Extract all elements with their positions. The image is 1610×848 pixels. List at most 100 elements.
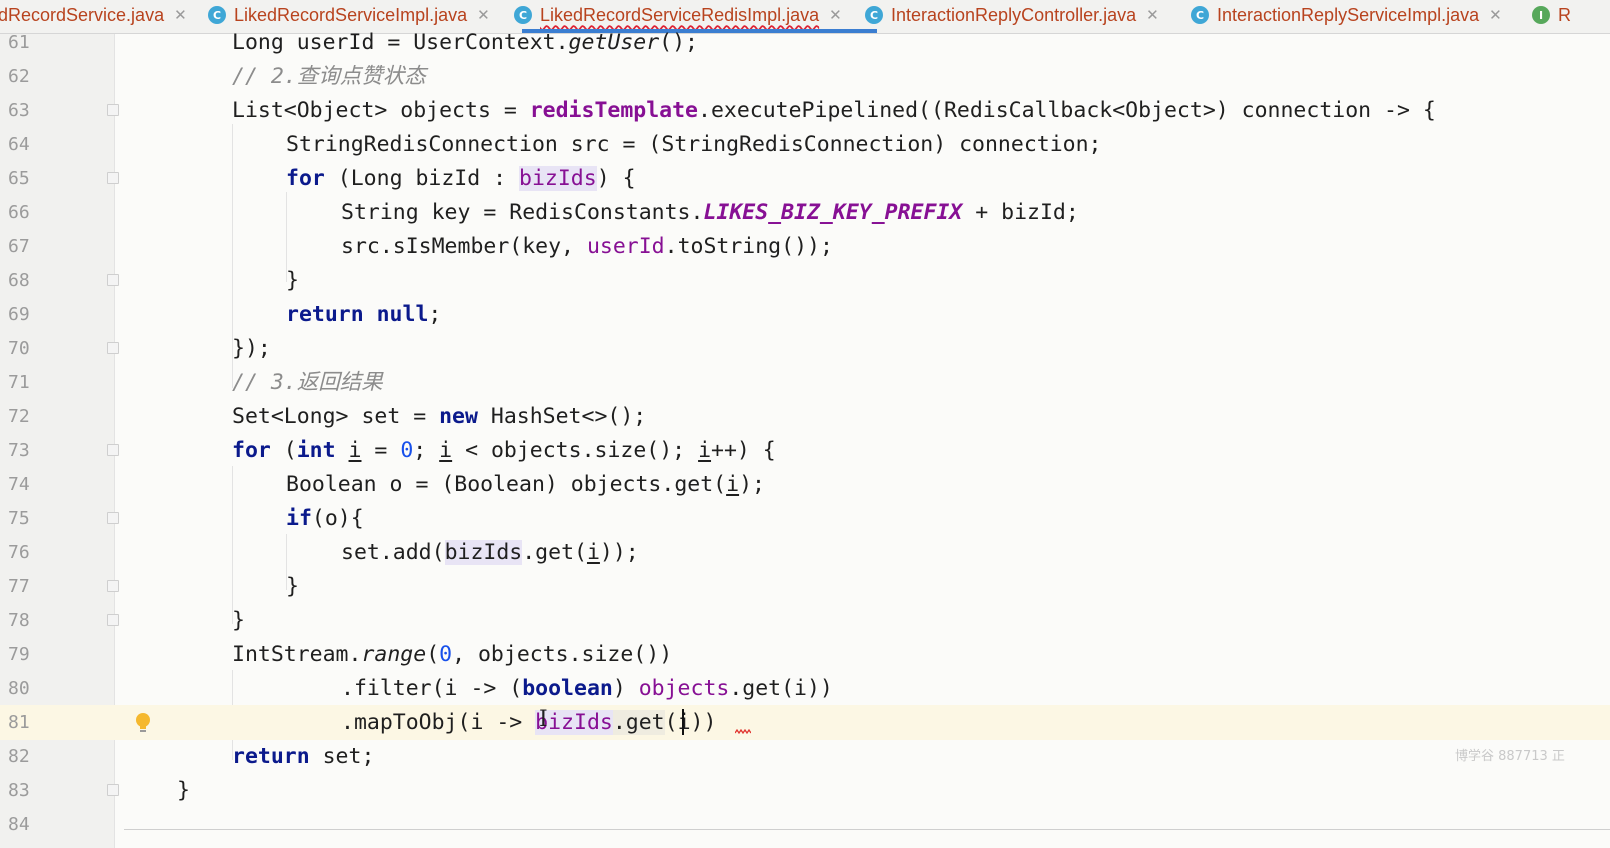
tab-label: LikedRecordServiceRedisImpl.java	[540, 4, 820, 25]
code-text: return null;	[286, 302, 442, 327]
code-text: Set<Long> set = new HashSet<>();	[232, 404, 647, 429]
line-number: 70	[8, 338, 30, 359]
fold-toggle-icon[interactable]	[107, 444, 119, 456]
fold-end-icon[interactable]	[107, 614, 119, 626]
code-text: IntStream.range(0, objects.size())	[232, 642, 673, 667]
code-line[interactable]: 62 // 2.查询点赞状态	[0, 59, 1610, 94]
line-number: 80	[8, 678, 30, 699]
code-line[interactable]: 67 src.sIsMember(key, userId.toString())…	[0, 229, 1610, 264]
fold-toggle-icon[interactable]	[107, 172, 119, 184]
code-text: StringRedisConnection src = (StringRedis…	[286, 132, 1102, 157]
code-line[interactable]: 82 return set;	[0, 739, 1610, 774]
code-text: }	[177, 778, 190, 803]
code-line[interactable]: 69 return null;	[0, 297, 1610, 332]
close-icon[interactable]: ✕	[477, 6, 490, 24]
line-number: 79	[8, 644, 30, 665]
code-text: Long userId = UserContext.getUser();	[232, 30, 698, 55]
code-editor[interactable]: 61 Long userId = UserContext.getUser(); …	[0, 30, 1610, 848]
text-caret	[682, 709, 684, 735]
line-number: 69	[8, 304, 30, 325]
line-number: 81	[8, 712, 30, 733]
line-number: 63	[8, 100, 30, 121]
line-number: 64	[8, 134, 30, 155]
java-interface-icon: I	[1532, 6, 1550, 24]
line-number: 65	[8, 168, 30, 189]
line-number: 62	[8, 66, 30, 87]
code-comment: // 2.查询点赞状态	[232, 64, 426, 89]
code-line[interactable]: 79 IntStream.range(0, objects.size())	[0, 637, 1610, 672]
close-icon[interactable]: ✕	[1489, 6, 1502, 24]
line-number: 72	[8, 406, 30, 427]
code-text: for (int i = 0; i < objects.size(); i++)…	[232, 438, 776, 463]
code-line[interactable]: 78 }	[0, 603, 1610, 638]
code-line[interactable]: 70 });	[0, 331, 1610, 366]
line-number: 78	[8, 610, 30, 631]
code-line[interactable]: 80 .filter(i -> (boolean) objects.get(i)…	[0, 671, 1610, 706]
code-line[interactable]: 77 }	[0, 569, 1610, 604]
line-number: 75	[8, 508, 30, 529]
tab-label: InteractionReplyController.java	[891, 4, 1137, 25]
code-line[interactable]: 66 String key = RedisConstants.LIKES_BIZ…	[0, 195, 1610, 230]
code-line[interactable]: 76 set.add(bizIds.get(i));	[0, 535, 1610, 570]
code-line[interactable]: 72 Set<Long> set = new HashSet<>();	[0, 399, 1610, 434]
fold-toggle-icon[interactable]	[107, 104, 119, 116]
close-icon[interactable]: ✕	[829, 6, 842, 24]
code-text: .mapToObj(i -> bizIds.get(i))	[341, 710, 717, 735]
line-number: 84	[8, 814, 30, 835]
mouse-text-cursor-icon: I	[539, 707, 548, 732]
code-line[interactable]: 61 Long userId = UserContext.getUser();	[0, 25, 1610, 60]
java-class-icon: C	[865, 6, 883, 24]
line-number: 82	[8, 746, 30, 767]
error-squiggle-icon	[735, 729, 751, 735]
code-line[interactable]: 68 }	[0, 263, 1610, 298]
code-line[interactable]: 84	[0, 807, 1610, 842]
lightbulb-icon[interactable]	[135, 712, 151, 734]
code-text: });	[232, 336, 271, 361]
editor-bottom-border	[124, 829, 1610, 830]
tab-label: LikedRecordServiceImpl.java	[234, 4, 468, 25]
line-number: 74	[8, 474, 30, 495]
java-class-icon: C	[208, 6, 226, 24]
code-line-current[interactable]: 81 .mapToObj(i -> bizIds.get(i)) I	[0, 705, 1610, 740]
code-text: }	[286, 268, 299, 293]
code-text: return set;	[232, 744, 375, 769]
java-class-icon: C	[1191, 6, 1209, 24]
code-line[interactable]: 75 if(o){	[0, 501, 1610, 536]
code-line[interactable]: 64 StringRedisConnection src = (StringRe…	[0, 127, 1610, 162]
code-text: src.sIsMember(key, userId.toString());	[341, 234, 833, 259]
code-line[interactable]: 65 for (Long bizId : bizIds) {	[0, 161, 1610, 196]
line-number: 67	[8, 236, 30, 257]
fold-end-icon[interactable]	[107, 784, 119, 796]
tab-label: R	[1558, 4, 1571, 25]
line-number: 71	[8, 372, 30, 393]
code-text: set.add(bizIds.get(i));	[341, 540, 639, 565]
code-text: Boolean o = (Boolean) objects.get(i);	[286, 472, 765, 497]
line-number: 83	[8, 780, 30, 801]
line-number: 61	[8, 32, 30, 53]
code-line[interactable]: 73 for (int i = 0; i < objects.size(); i…	[0, 433, 1610, 468]
line-number: 66	[8, 202, 30, 223]
code-line[interactable]: 63 List<Object> objects = redisTemplate.…	[0, 93, 1610, 128]
fold-end-icon[interactable]	[107, 580, 119, 592]
code-text: List<Object> objects = redisTemplate.exe…	[232, 98, 1436, 123]
code-text: String key = RedisConstants.LIKES_BIZ_KE…	[341, 200, 1079, 225]
line-number: 77	[8, 576, 30, 597]
tab-label: dRecordService.java	[0, 4, 165, 25]
line-number: 68	[8, 270, 30, 291]
line-number: 76	[8, 542, 30, 563]
code-text: for (Long bizId : bizIds) {	[286, 166, 636, 191]
code-line[interactable]: 74 Boolean o = (Boolean) objects.get(i);	[0, 467, 1610, 502]
fold-toggle-icon[interactable]	[107, 512, 119, 524]
close-icon[interactable]: ✕	[1146, 6, 1159, 24]
fold-end-icon[interactable]	[107, 274, 119, 286]
code-line[interactable]: 83 }	[0, 773, 1610, 808]
fold-end-icon[interactable]	[107, 342, 119, 354]
watermark: 博学谷 887713 正	[1455, 749, 1565, 764]
close-icon[interactable]: ✕	[174, 6, 187, 24]
code-text: .filter(i -> (boolean) objects.get(i))	[341, 676, 833, 701]
code-comment: // 3.返回结果	[232, 370, 383, 395]
code-text: if(o){	[286, 506, 364, 531]
code-line[interactable]: 71 // 3.返回结果	[0, 365, 1610, 400]
tab-label: InteractionReplyServiceImpl.java	[1217, 4, 1480, 25]
java-class-icon: C	[514, 6, 532, 24]
